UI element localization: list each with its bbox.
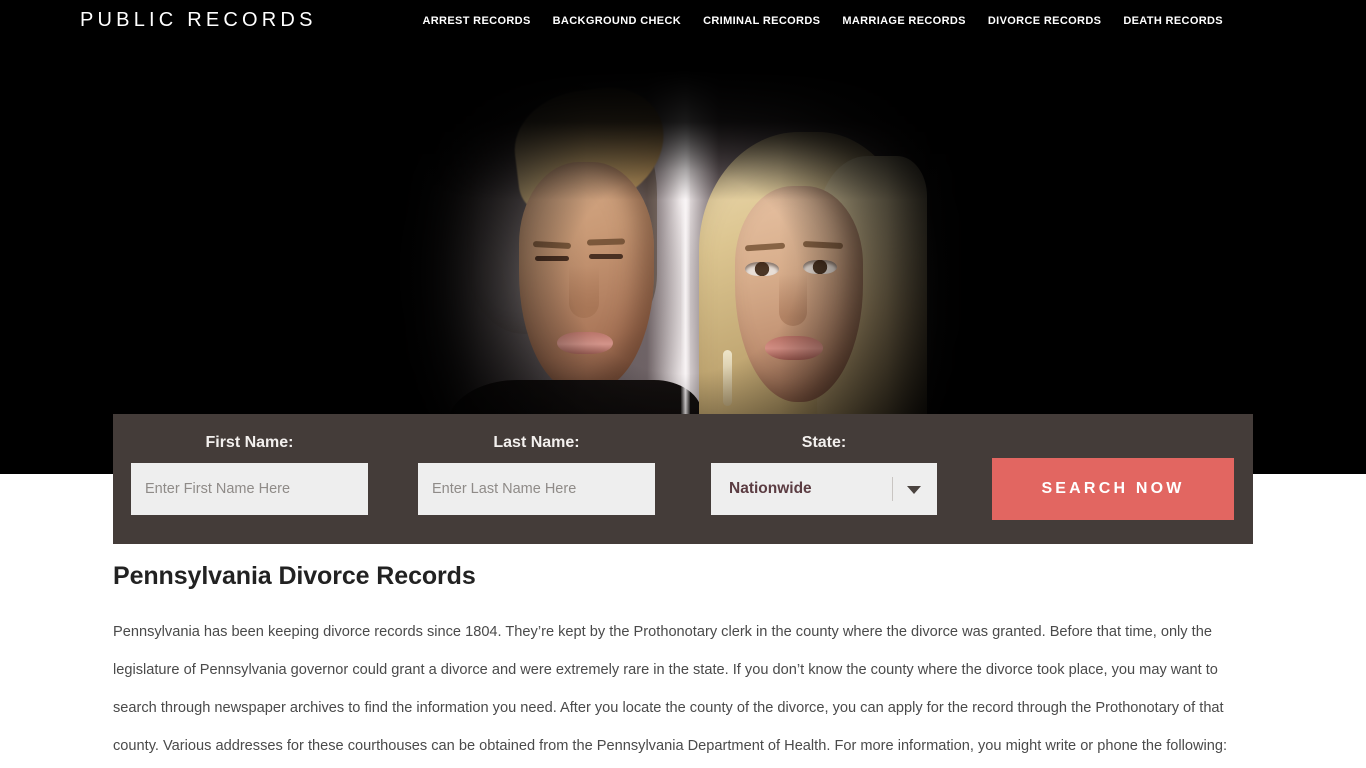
- last-name-label: Last Name:: [493, 434, 580, 451]
- search-form: First Name: Last Name: State: Nationwide…: [113, 414, 1253, 544]
- first-name-field-group: First Name:: [131, 414, 368, 515]
- last-name-input[interactable]: [418, 463, 655, 515]
- nav-item-marriage-records[interactable]: MARRIAGE RECORDS: [831, 15, 977, 27]
- first-name-label: First Name:: [205, 434, 294, 451]
- select-separator: [892, 477, 893, 501]
- first-name-input[interactable]: [131, 463, 368, 515]
- main-navigation: ARREST RECORDS BACKGROUND CHECK CRIMINAL…: [411, 15, 1234, 27]
- article-section: Pennsylvania Divorce Records Pennsylvani…: [113, 562, 1253, 765]
- nav-item-divorce-records[interactable]: DIVORCE RECORDS: [977, 15, 1112, 27]
- state-field-group: State: Nationwide: [711, 414, 937, 515]
- site-header: PUBLIC RECORDS ARREST RECORDS BACKGROUND…: [0, 0, 1366, 44]
- man-eye-right: [589, 254, 623, 259]
- chevron-down-icon: [907, 486, 921, 494]
- last-name-field-group: Last Name:: [418, 414, 655, 515]
- search-now-button[interactable]: SEARCH NOW: [992, 458, 1234, 520]
- nav-item-criminal-records[interactable]: CRIMINAL RECORDS: [692, 15, 831, 27]
- article-body-text: Pennsylvania has been keeping divorce re…: [113, 624, 1228, 754]
- nav-item-background-check[interactable]: BACKGROUND CHECK: [542, 15, 692, 27]
- state-selected-value: Nationwide: [729, 480, 812, 497]
- woman-nose: [779, 274, 807, 326]
- woman-eye-right: [803, 260, 837, 274]
- state-label: State:: [801, 434, 847, 451]
- page-root: PUBLIC RECORDS ARREST RECORDS BACKGROUND…: [0, 0, 1366, 768]
- woman-eye-left: [745, 262, 779, 276]
- nav-item-death-records[interactable]: DEATH RECORDS: [1112, 15, 1234, 27]
- state-select[interactable]: Nationwide: [711, 463, 937, 515]
- nav-item-arrest-records[interactable]: ARREST RECORDS: [411, 15, 541, 27]
- hero-section: [0, 0, 1366, 474]
- man-eye-left: [535, 256, 569, 261]
- man-nose: [569, 266, 599, 318]
- woman-lips: [765, 336, 823, 360]
- woman-earring: [723, 350, 732, 406]
- page-title: Pennsylvania Divorce Records: [113, 562, 476, 590]
- site-logo[interactable]: PUBLIC RECORDS: [80, 9, 317, 32]
- man-lips: [557, 332, 613, 354]
